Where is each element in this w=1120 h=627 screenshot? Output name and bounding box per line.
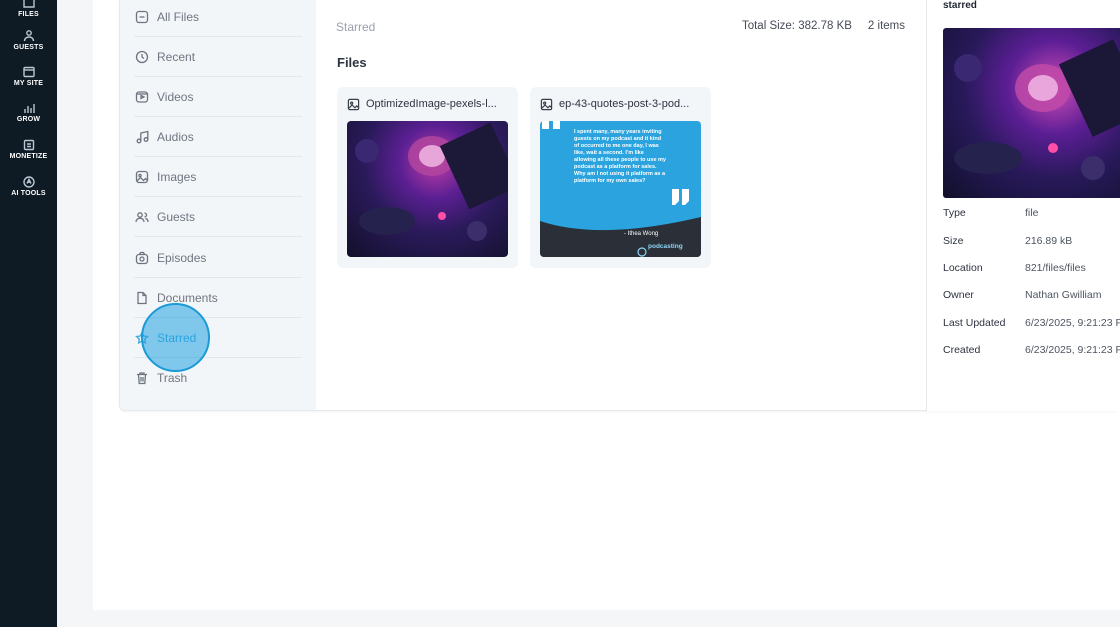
nav-files-label: FILES: [18, 11, 39, 18]
folder-label: Recent: [157, 49, 196, 64]
folder-label: Documents: [157, 290, 218, 305]
quote-author: - Ithea Wong: [624, 231, 659, 237]
image-icon: [347, 98, 360, 110]
detail-key: Size: [943, 235, 964, 247]
detail-key: Type: [943, 207, 966, 219]
nav-files[interactable]: FILES: [0, 0, 57, 18]
grow-icon: [23, 104, 35, 113]
detail-key: Owner: [943, 289, 974, 301]
image-icon: [540, 98, 553, 110]
folder-documents[interactable]: Documents: [134, 278, 302, 318]
folder-starred[interactable]: Starred: [134, 318, 302, 358]
folder-label: Images: [157, 169, 197, 184]
folder-trash[interactable]: Trash: [134, 358, 302, 398]
folder-summary: Total Size: 382.78 KB 2 items: [742, 20, 905, 32]
my-site-icon: [22, 66, 35, 78]
quote-brand: podcasting: [648, 243, 683, 250]
clock-icon: [135, 50, 149, 63]
gaming-headset-image: [355, 122, 508, 241]
folder-all-files[interactable]: All Files: [134, 0, 302, 37]
folder-images[interactable]: Images: [134, 157, 302, 197]
detail-row-last-updated: Last Updated 6/23/2025, 9:21:23 PM: [943, 317, 1120, 331]
folder-guests[interactable]: Guests: [134, 197, 302, 237]
nav-ai-tools[interactable]: AI TOOLS: [0, 175, 57, 197]
trash-icon: [137, 372, 147, 385]
detail-key: Last Updated: [943, 317, 1006, 329]
item-count: 2 items: [867, 20, 905, 32]
nav-my-site[interactable]: MY SITE: [0, 65, 57, 87]
detail-row-owner: Owner Nathan Gwilliam: [943, 289, 1101, 303]
nav-monetize-label: MONETIZE: [9, 153, 48, 160]
folder-audios[interactable]: Audios: [134, 117, 302, 157]
detail-value: file: [1025, 207, 1039, 219]
detail-key: Location: [943, 262, 983, 274]
file-tile[interactable]: OptimizedImage-pexels-l...: [337, 87, 518, 268]
folder-label: Audios: [157, 129, 194, 144]
file-tile-header: OptimizedImage-pexels-l...: [347, 97, 508, 111]
folder-label: Videos: [157, 89, 194, 104]
folder-label: All Files: [157, 9, 200, 24]
file-thumbnail: [347, 121, 508, 257]
nav-grow-label: GROW: [16, 116, 41, 123]
nav-my-site-label: MY SITE: [13, 80, 44, 87]
nav-monetize[interactable]: MONETIZE: [0, 138, 57, 160]
detail-row-size: Size 216.89 kB: [943, 235, 1072, 249]
details-preview-image: [943, 28, 1120, 198]
video-icon: [135, 90, 149, 103]
detail-row-type: Type file: [943, 207, 1038, 221]
total-size: Total Size: 382.78 KB: [741, 20, 852, 32]
file-tile[interactable]: ep-43-quotes-post-3-pod... I spent many,…: [530, 87, 711, 268]
detail-row-location: Location 821/files/files: [943, 262, 1086, 276]
nav-guests[interactable]: GUESTS: [0, 29, 57, 51]
detail-value: Nathan Gwilliam: [1025, 289, 1102, 301]
folder-sidebar: All Files Recent Videos Audios Images Gu…: [120, 0, 316, 410]
file-details-panel: starred Type file Size 216.89 kB Locatio…: [926, 0, 1120, 411]
gaming-headset-image: [954, 39, 1120, 180]
podcast-icon: [135, 251, 149, 264]
star-icon: [135, 330, 149, 344]
folder-label: Episodes: [157, 250, 207, 265]
ai-tools-icon: [22, 176, 35, 188]
guests-icon: [23, 30, 34, 42]
details-title: starred: [943, 0, 977, 11]
folder-label: Guests: [157, 209, 196, 224]
quote-text: I spent many, many years inviting guests…: [574, 129, 666, 184]
folder-recent[interactable]: Recent: [134, 37, 302, 77]
image-icon: [135, 170, 149, 183]
file-name: OptimizedImage-pexels-l...: [366, 98, 497, 110]
file-thumbnail: I spent many, many years inviting guests…: [540, 121, 701, 257]
monetize-icon: [23, 139, 34, 151]
detail-row-created: Created 6/23/2025, 9:21:23 PM: [943, 344, 1120, 358]
users-icon: [135, 211, 149, 222]
detail-value: 821/files/files: [1025, 262, 1086, 274]
folder-label: Starred: [157, 330, 197, 345]
folder-label: Trash: [157, 371, 188, 385]
breadcrumb: Starred: [336, 20, 376, 34]
detail-value: 216.89 kB: [1025, 235, 1073, 247]
detail-key: Created: [943, 344, 981, 356]
file-tile-header: ep-43-quotes-post-3-pod...: [540, 97, 701, 111]
detail-value: 6/23/2025, 9:21:23 PM: [1025, 344, 1120, 356]
folder-episodes[interactable]: Episodes: [134, 238, 302, 278]
file-name: ep-43-quotes-post-3-pod...: [559, 98, 690, 110]
files-icon: [22, 0, 35, 8]
music-note-icon: [136, 130, 149, 143]
files-section-title: Files: [337, 55, 367, 70]
detail-value: 6/23/2025, 9:21:23 PM: [1025, 317, 1120, 329]
document-icon: [137, 291, 147, 304]
nav-ai-tools-label: AI TOOLS: [11, 190, 46, 197]
app-nav-rail: FILES GUESTS MY SITE GROW MONETIZE AI TO…: [0, 0, 57, 627]
folder-videos[interactable]: Videos: [134, 77, 302, 117]
all-files-icon: [135, 10, 149, 23]
nav-guests-label: GUESTS: [13, 44, 44, 51]
nav-grow[interactable]: GROW: [0, 101, 57, 123]
